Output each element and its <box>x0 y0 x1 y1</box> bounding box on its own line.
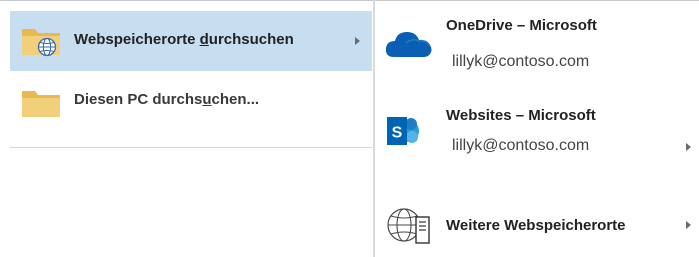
folder-globe-icon <box>22 29 60 57</box>
globe-server-icon <box>387 208 430 244</box>
location-onedrive[interactable]: OneDrive – Microsoft lillyk@contoso.com <box>376 7 699 83</box>
web-locations-panel: OneDrive – Microsoft lillyk@contoso.com … <box>376 1 699 257</box>
menu-item-label: Webspeicherorte durchsuchen <box>74 31 294 48</box>
location-more-web-locations[interactable]: Weitere Webspeicherorte <box>376 197 699 251</box>
menu-item-browse-web-locations[interactable]: Webspeicherorte durchsuchen <box>10 11 372 71</box>
location-title: Weitere Webspeicherorte <box>446 217 626 234</box>
location-title: OneDrive – Microsoft <box>446 17 597 34</box>
sharepoint-icon: S <box>387 117 419 145</box>
folder-icon <box>22 91 60 117</box>
location-sharepoint-websites[interactable]: S Websites – Microsoft lillyk@contoso.co… <box>376 97 699 173</box>
left-menu: Webspeicherorte durchsuchen Diesen PC du… <box>0 1 374 257</box>
svg-text:S: S <box>392 125 403 142</box>
location-account: lillyk@contoso.com <box>452 53 590 70</box>
menu-item-browse-this-pc[interactable]: Diesen PC durchsuchen... <box>10 73 372 131</box>
onedrive-cloud-icon <box>385 32 432 57</box>
chevron-right-icon <box>686 143 691 151</box>
panel-divider <box>373 0 375 257</box>
menu-separator <box>10 147 372 148</box>
location-account: lillyk@contoso.com <box>452 137 590 154</box>
chevron-right-icon <box>355 37 360 45</box>
chevron-right-icon <box>686 221 691 229</box>
location-title: Websites – Microsoft <box>446 107 596 124</box>
menu-item-label: Diesen PC durchsuchen... <box>74 91 260 108</box>
